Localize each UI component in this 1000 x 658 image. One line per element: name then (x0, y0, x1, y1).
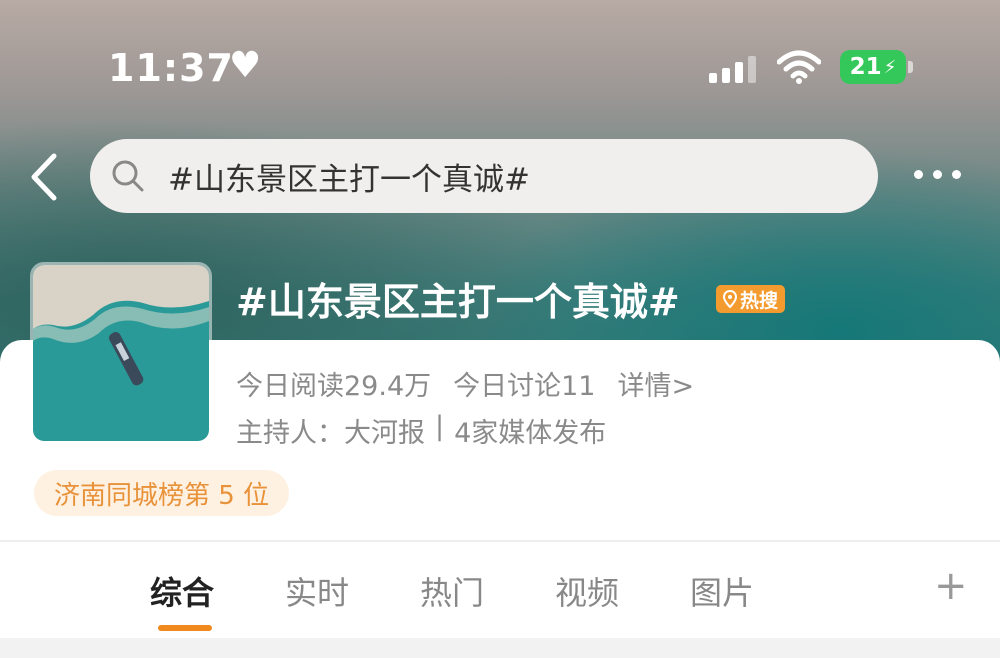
active-tab-indicator (158, 625, 212, 631)
host-name[interactable]: 大河报 (344, 418, 425, 449)
more-icon[interactable] (914, 170, 961, 179)
back-icon[interactable] (28, 152, 62, 202)
boat-image (33, 265, 209, 441)
battery-cap (908, 61, 913, 73)
status-time: 11:37 (108, 46, 234, 90)
tab-realtime[interactable]: 实时 (285, 568, 349, 614)
separator: | (435, 411, 445, 442)
content-area (0, 638, 1000, 658)
reads-count: 今日阅读29.4万 (236, 371, 432, 402)
media-count[interactable]: 4家媒体发布 (454, 411, 606, 450)
plus-icon[interactable]: + (934, 566, 968, 606)
topic-host: 主持人：大河报 | 4家媒体发布 (236, 411, 606, 450)
topic-title: #山东景区主打一个真诚# (236, 280, 680, 324)
tab-images[interactable]: 图片 (690, 568, 754, 614)
topic-thumbnail[interactable] (30, 262, 212, 444)
battery-level: 21 (849, 54, 882, 80)
city-rank-badge[interactable]: 济南同城榜第 5 位 (34, 470, 290, 516)
signal-icon (709, 55, 756, 83)
details-link[interactable]: 详情> (617, 364, 694, 403)
tab-popular[interactable]: 热门 (420, 568, 484, 614)
tab-video[interactable]: 视频 (555, 568, 619, 614)
tab-comprehensive[interactable]: 综合 (150, 568, 214, 614)
search-bar[interactable]: #山东景区主打一个真诚# (90, 139, 878, 213)
search-icon (112, 160, 144, 192)
location-pin-icon (723, 290, 737, 308)
battery-icon: 21 ⚡ (840, 50, 906, 84)
hot-search-badge: 热搜 (716, 285, 786, 313)
topic-stats: 今日阅读29.4万 今日讨论11 详情> (236, 364, 694, 403)
heart-icon: ♥ (229, 45, 262, 86)
status-bar: 11:37 ♥ 21 ⚡ (0, 0, 1000, 130)
tab-bar: 综合 实时 热门 视频 图片 + (0, 542, 1000, 638)
search-query: #山东景区主打一个真诚# (168, 161, 530, 198)
wifi-icon (777, 50, 821, 84)
discussion-count: 今日讨论11 (453, 371, 596, 402)
hot-search-label: 热搜 (740, 289, 779, 312)
host-label: 主持人：大河报 (236, 418, 425, 449)
